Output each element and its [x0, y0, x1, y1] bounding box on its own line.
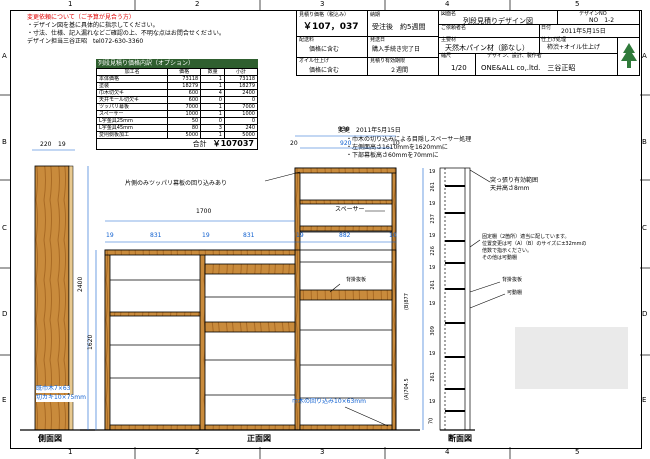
vert-dim-a: (A)704.5	[404, 378, 410, 400]
dim-top: 882	[339, 232, 351, 239]
section-dim: 19	[429, 201, 436, 207]
section-dim: 237	[429, 214, 436, 224]
section-dim: 261	[429, 182, 436, 192]
dim-top: 831	[243, 232, 255, 239]
section-note: 倍数で指示ください。	[482, 248, 533, 254]
blank-area	[515, 327, 628, 389]
section-view	[439, 167, 475, 431]
dim-2400: 2400	[77, 276, 84, 292]
section-note: 固定棚（2箇所）適当に配しています。	[482, 234, 570, 240]
dim-1620: 1620	[87, 334, 94, 350]
front-view-label: 正面図	[247, 434, 271, 443]
label-tsuppari: 片側のみツッパリ幕板の回り込みあり	[125, 180, 228, 187]
section-dim: 19	[429, 301, 436, 307]
dim-930: 930	[338, 126, 350, 133]
section-dim: 70	[428, 417, 435, 425]
furniture-drawing	[20, 135, 628, 431]
label-backboard: 背掛抜板	[346, 277, 367, 283]
section-note: 可動棚	[507, 290, 523, 296]
section-dim: 19	[429, 265, 436, 271]
dim-top: 10	[389, 232, 397, 239]
section-note: 天井高さ8mm	[490, 185, 530, 192]
dim-10: 10	[392, 140, 400, 147]
section-dim: 226	[429, 246, 436, 256]
section-dim: 19	[429, 169, 436, 175]
section-dim: 19	[429, 351, 436, 357]
vert-dim-b: (B)877	[404, 293, 410, 310]
leader-lines	[60, 169, 506, 427]
front-view	[80, 167, 420, 431]
section-dim: 261	[429, 280, 436, 290]
dim-top: 831	[150, 232, 162, 239]
section-dim: 309	[429, 326, 436, 336]
section-dim: 261	[429, 372, 436, 382]
section-note: 突っ張り有効範囲	[490, 177, 539, 184]
dim-top: 19	[296, 232, 304, 239]
label-habaki-left: 既巾木7×63	[36, 385, 71, 393]
section-note: その他は可動棚	[482, 255, 518, 261]
dim-top: 19	[106, 232, 114, 239]
dim-920: 920	[340, 140, 352, 147]
dim-1700: 1700	[196, 208, 212, 215]
dim-top: 19	[202, 232, 210, 239]
section-note: 位置変更は可（A）（B）のサイズに±32mmの	[482, 241, 587, 247]
side-view-label: 側面図	[38, 434, 62, 443]
section-dim: 19	[429, 399, 436, 405]
label-habaki-left2: 切カキ10×75mm	[36, 394, 86, 402]
dim-19: 19	[58, 141, 66, 148]
dim-220: 220	[40, 141, 52, 148]
dim-20: 20	[290, 140, 298, 147]
section-view-label: 断面図	[448, 434, 472, 443]
label-spacer: スペーサー	[335, 206, 365, 213]
section-note: 背掛抜板	[502, 277, 523, 283]
label-habaki-right: 巾木の回り込み10×63mm	[292, 398, 366, 405]
section-dim: 19	[429, 233, 436, 239]
